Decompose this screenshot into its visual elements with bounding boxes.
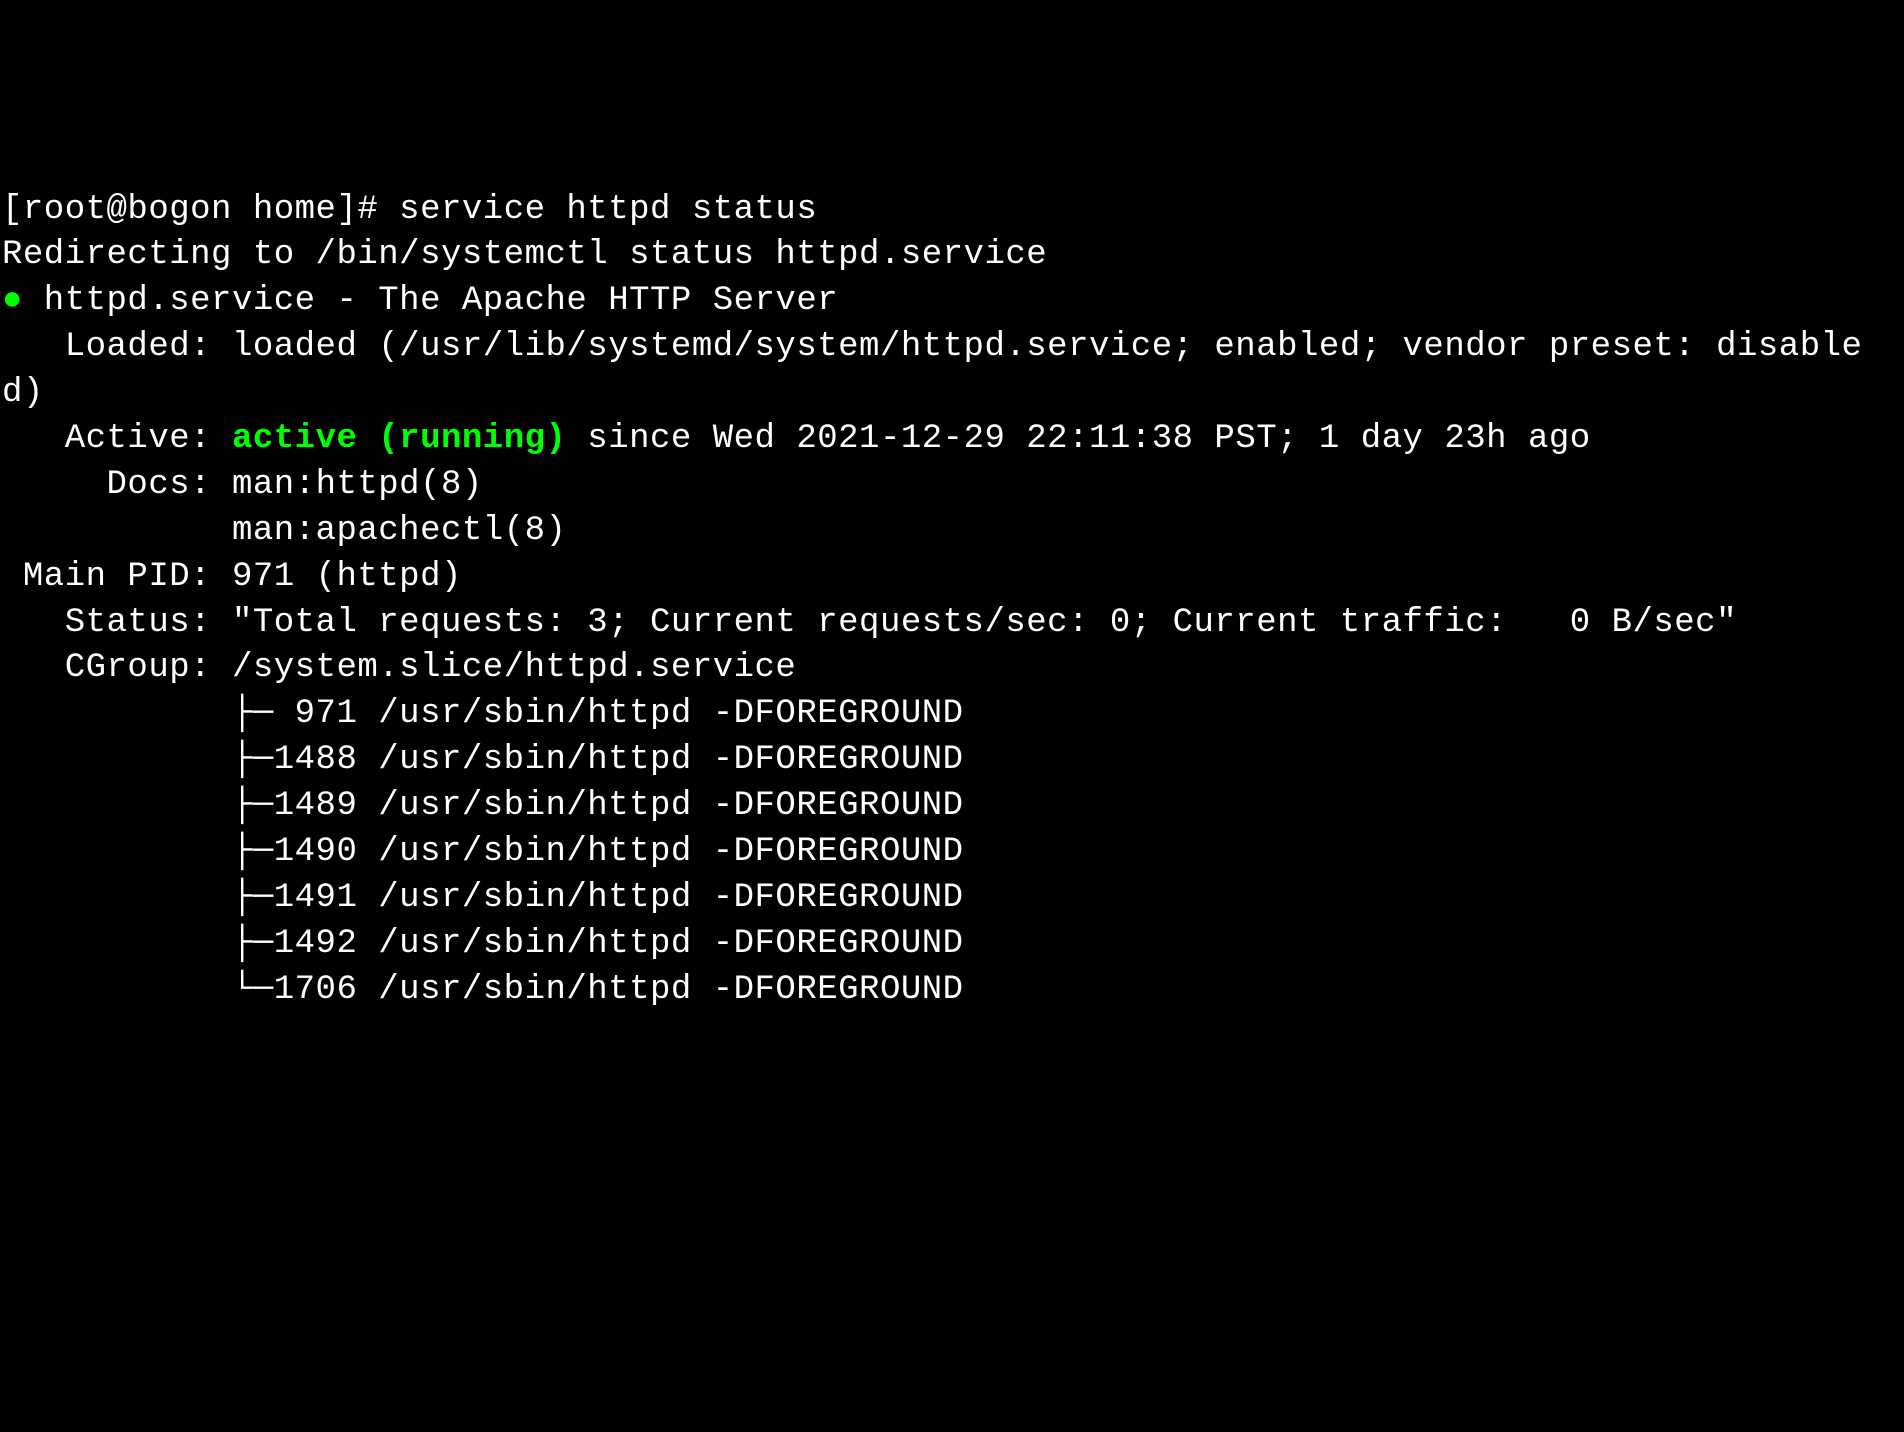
status-dot-icon: ● bbox=[2, 279, 23, 325]
process-line-2: ├─1488 /usr/sbin/httpd -DFOREGROUND bbox=[2, 741, 964, 779]
docs-line-1: Docs: man:httpd(8) bbox=[2, 466, 483, 504]
service-name-line: httpd.service - The Apache HTTP Server bbox=[23, 282, 838, 320]
active-state: active (running) bbox=[232, 420, 566, 458]
status-line: Status: "Total requests: 3; Current requ… bbox=[2, 604, 1737, 642]
docs-line-2: man:apachectl(8) bbox=[2, 512, 566, 550]
process-line-5: ├─1491 /usr/sbin/httpd -DFOREGROUND bbox=[2, 879, 964, 917]
active-label: Active: bbox=[2, 420, 232, 458]
cgroup-line: CGroup: /system.slice/httpd.service bbox=[2, 649, 796, 687]
command-text: service httpd status bbox=[399, 191, 817, 229]
process-line-4: ├─1490 /usr/sbin/httpd -DFOREGROUND bbox=[2, 833, 964, 871]
active-since: since Wed 2021-12-29 22:11:38 PST; 1 day… bbox=[566, 420, 1590, 458]
redirect-line: Redirecting to /bin/systemctl status htt… bbox=[2, 236, 1047, 274]
main-pid-line: Main PID: 971 (httpd) bbox=[2, 558, 462, 596]
terminal-output: [root@bogon home]# service httpd status … bbox=[2, 188, 1902, 1014]
process-line-7: └─1706 /usr/sbin/httpd -DFOREGROUND bbox=[2, 971, 964, 1009]
process-line-6: ├─1492 /usr/sbin/httpd -DFOREGROUND bbox=[2, 925, 964, 963]
process-line-1: ├─ 971 /usr/sbin/httpd -DFOREGROUND bbox=[2, 695, 964, 733]
shell-prompt: [root@bogon home]# bbox=[2, 191, 399, 229]
process-line-3: ├─1489 /usr/sbin/httpd -DFOREGROUND bbox=[2, 787, 964, 825]
loaded-line: Loaded: loaded (/usr/lib/systemd/system/… bbox=[2, 328, 1862, 412]
